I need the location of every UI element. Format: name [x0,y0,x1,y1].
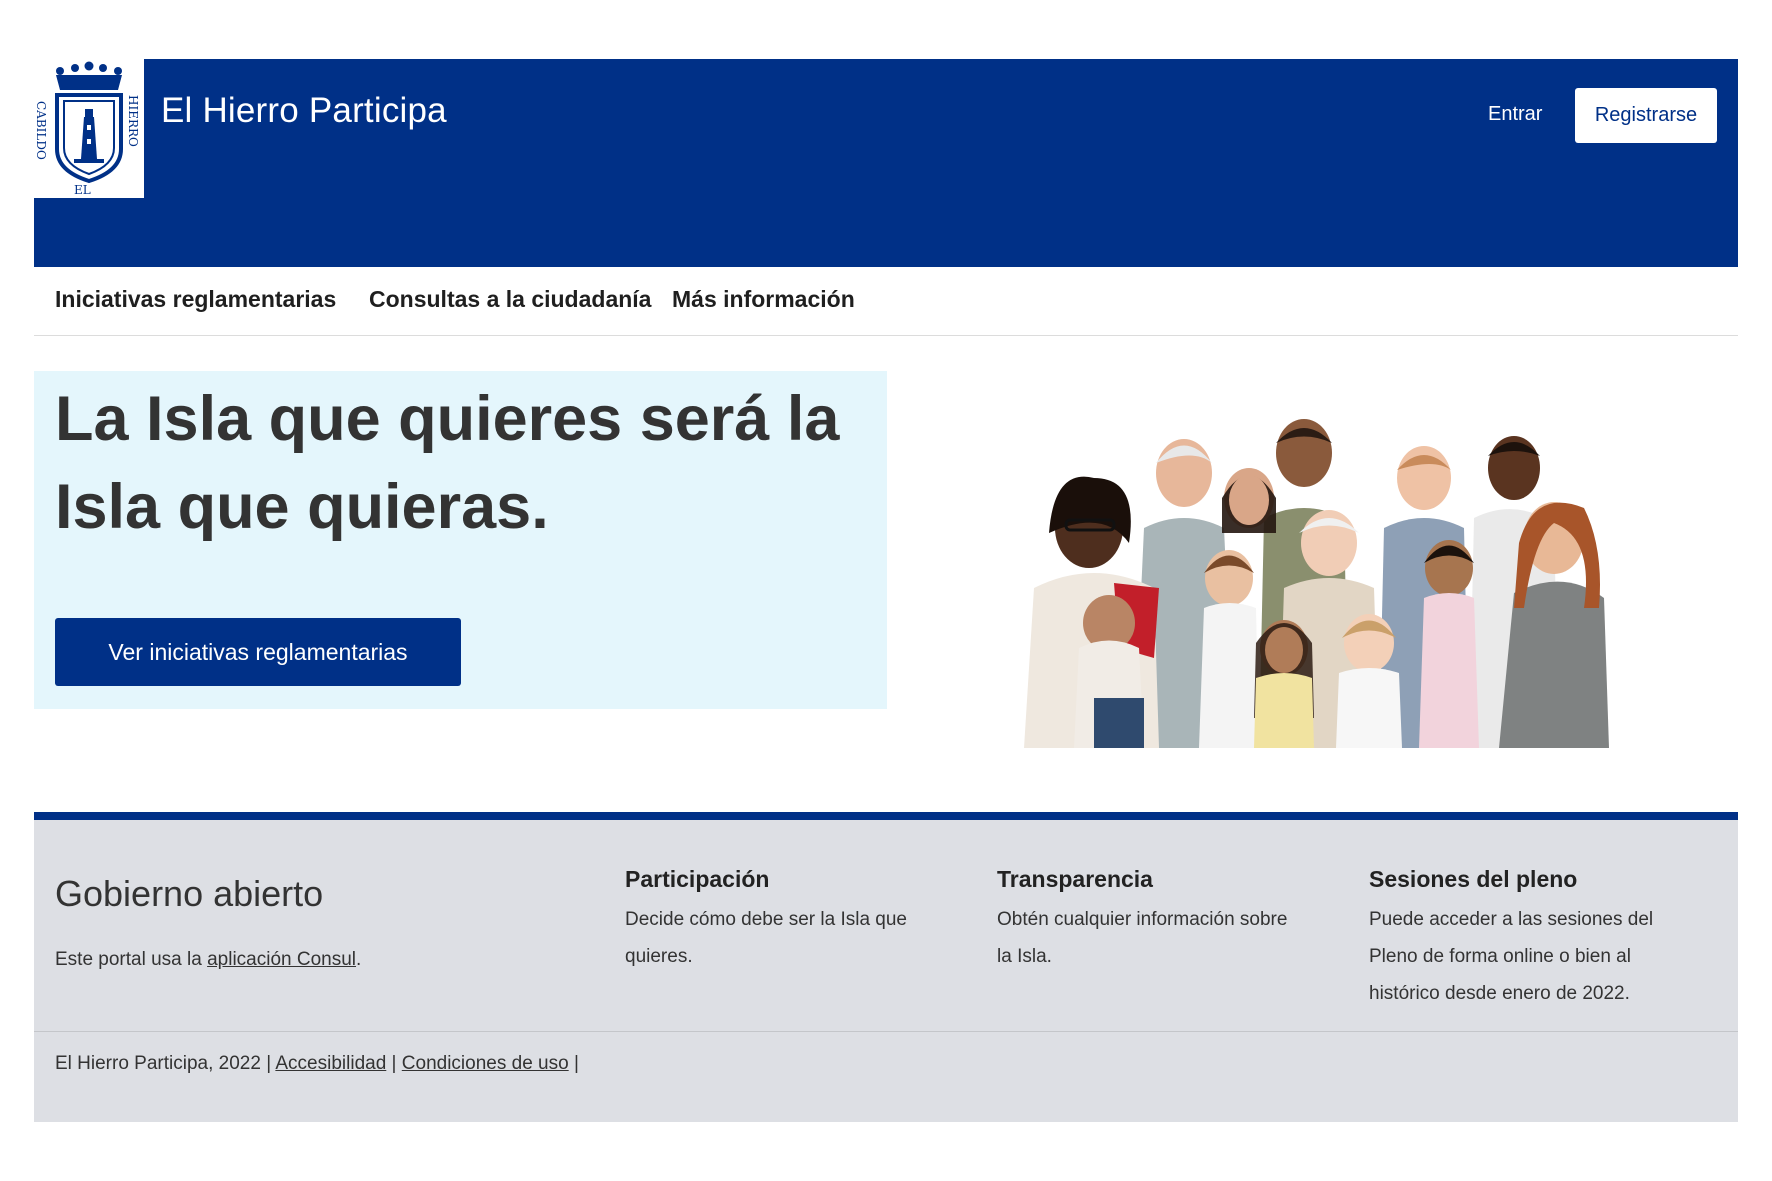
cabildo-logo[interactable]: CABILDO HIERRO EL [34,59,144,198]
footer-bottom-bar: El Hierro Participa, 2022 | Accesibilida… [55,1053,579,1075]
footer-note-suffix: . [356,949,362,970]
hero-title: La Isla que quieres será la Isla que qui… [55,384,840,542]
hero-banner: La Isla que quieres será la Isla que qui… [34,371,887,709]
nav-item-iniciativas[interactable]: Iniciativas reglamentarias [55,286,336,313]
footer-col-transparencia: Transparencia Obtén cualquier informació… [997,866,1297,975]
terms-link[interactable]: Condiciones de uso [402,1053,569,1074]
site-title[interactable]: El Hierro Participa [161,91,447,131]
footer-col-title[interactable]: Participación [625,866,925,893]
footer-col-title[interactable]: Sesiones del pleno [1369,866,1699,893]
nav-item-consultas[interactable]: Consultas a la ciudadanía [369,286,651,313]
footer-col-sesiones: Sesiones del pleno Puede acceder a las s… [1369,866,1699,1012]
site-header: CABILDO HIERRO EL El Hierro Participa En… [34,59,1738,267]
svg-text:CABILDO: CABILDO [34,101,48,160]
footer-brand: Gobierno abierto [55,873,324,914]
coat-of-arms-icon: CABILDO HIERRO EL [34,61,140,197]
footer-note-prefix: Este portal usa la [55,949,208,970]
login-button[interactable]: Entrar [1488,103,1542,126]
nav-item-mas-informacion[interactable]: Más información [672,286,855,313]
footer-col-text: Decide cómo debe ser la Isla que quieres… [625,909,907,967]
footer-col-text: Puede acceder a las sesiones del Pleno d… [1369,909,1654,1004]
footer-col-title[interactable]: Transparencia [997,866,1297,893]
site-footer: Gobierno abierto Este portal usa la apli… [34,812,1738,1122]
separator: | [386,1053,402,1074]
svg-text:EL: EL [74,183,91,197]
people-group-image [994,358,1654,748]
trailing-separator: | [568,1053,579,1074]
footer-note: Este portal usa la aplicación Consul. [55,949,361,971]
footer-col-participacion: Participación Decide cómo debe ser la Is… [625,866,925,975]
hero-people-photo [994,358,1654,748]
footer-col-text: Obtén cualquier información sobre la Isl… [997,909,1288,967]
accessibility-link[interactable]: Accesibilidad [275,1053,386,1074]
copyright-text: El Hierro Participa, 2022 | [55,1053,276,1074]
register-button[interactable]: Registrarse [1575,88,1717,143]
svg-text:HIERRO: HIERRO [126,95,140,147]
consul-link[interactable]: aplicación Consul [207,949,356,970]
view-initiatives-button[interactable]: Ver iniciativas reglamentarias [55,618,461,686]
footer-divider [34,1031,1738,1032]
main-nav: Iniciativas reglamentarias Consultas a l… [34,267,1738,336]
